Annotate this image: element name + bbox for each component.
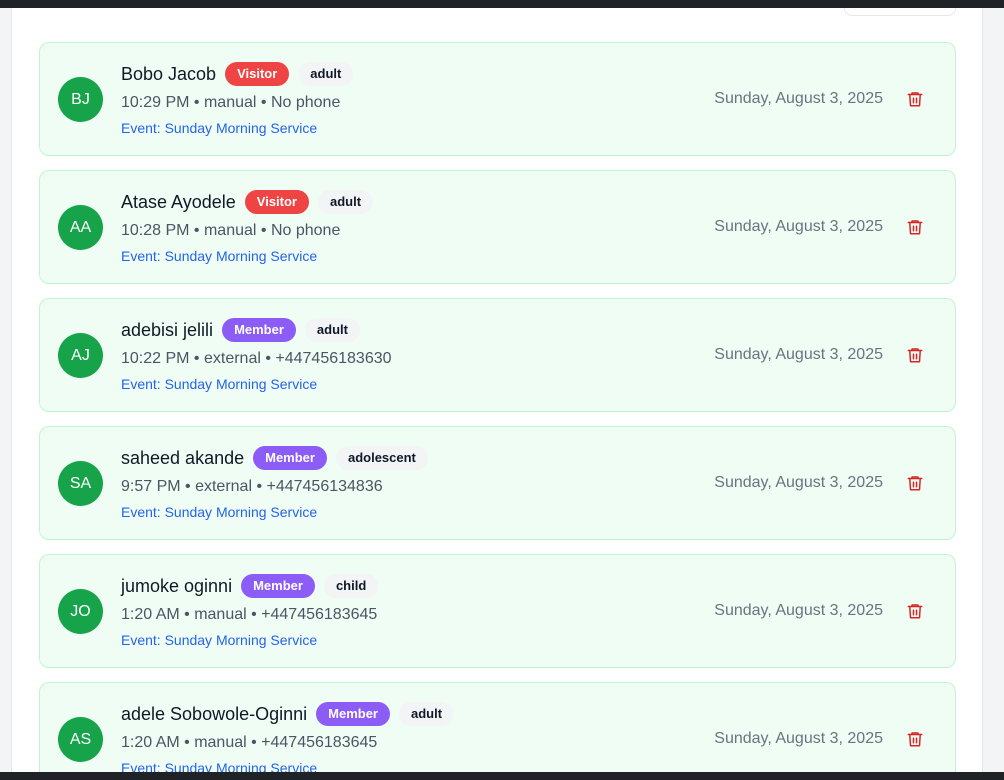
attendance-date: Sunday, August 3, 2025 — [714, 90, 883, 107]
attendee-name: jumoke oginni — [121, 575, 233, 596]
avatar: AA — [58, 205, 103, 250]
attendee-header: saheed akande Member adolescent — [121, 446, 428, 470]
trash-icon[interactable] — [906, 217, 924, 237]
trash-icon[interactable] — [906, 345, 924, 365]
trash-icon[interactable] — [906, 729, 924, 749]
age-group-badge: adolescent — [335, 446, 428, 470]
age-group-badge: adult — [399, 702, 455, 726]
status-badge: Visitor — [225, 62, 290, 86]
attendance-date: Sunday, August 3, 2025 — [714, 474, 883, 491]
attendee-header: adebisi jelili Member adult — [121, 318, 360, 342]
attendee-name: Atase Ayodele — [121, 191, 236, 212]
status-badge: Member — [222, 318, 296, 342]
attendee-name: Bobo Jacob — [121, 63, 217, 84]
attendee-header: adele Sobowole-Oginni Member adult — [121, 702, 455, 726]
event-link[interactable]: Event: Sunday Morning Service — [121, 632, 317, 648]
attendee-header: Bobo Jacob Visitor adult — [121, 62, 354, 86]
trash-icon[interactable] — [906, 601, 924, 621]
attendance-date: Sunday, August 3, 2025 — [714, 346, 883, 363]
status-badge: Member — [316, 702, 390, 726]
status-badge: Member — [241, 574, 315, 598]
avatar: BJ — [58, 77, 103, 122]
trash-icon[interactable] — [906, 473, 924, 493]
status-badge: Member — [253, 446, 327, 470]
attendee-name: saheed akande — [121, 447, 245, 468]
age-group-badge: adult — [317, 190, 374, 214]
attendance-card: SA saheed akande Member adolescent 9:57 … — [39, 426, 956, 540]
checkin-details: 1:20 AM • manual • +447456183645 — [121, 606, 378, 623]
event-link[interactable]: Event: Sunday Morning Service — [121, 248, 317, 264]
attendance-panel: BJ Bobo Jacob Visitor adult 10:29 PM • m… — [11, 8, 983, 772]
attendee-name: adele Sobowole-Oginni — [121, 703, 308, 724]
checkin-details: 10:22 PM • external • +447456183630 — [121, 350, 392, 367]
event-link[interactable]: Event: Sunday Morning Service — [121, 120, 317, 136]
status-badge: Visitor — [244, 190, 309, 214]
trash-icon[interactable] — [906, 89, 924, 109]
attendee-header: Atase Ayodele Visitor adult — [121, 190, 374, 214]
attendance-card: BJ Bobo Jacob Visitor adult 10:29 PM • m… — [39, 42, 956, 156]
attendance-card: AS adele Sobowole-Oginni Member adult 1:… — [39, 682, 956, 772]
event-link[interactable]: Event: Sunday Morning Service — [121, 760, 317, 772]
avatar: SA — [58, 461, 103, 506]
window-bottom-bar — [0, 772, 1004, 780]
attendance-list: BJ Bobo Jacob Visitor adult 10:29 PM • m… — [39, 42, 956, 772]
attendee-name: adebisi jelili — [121, 319, 214, 340]
event-link[interactable]: Event: Sunday Morning Service — [121, 504, 317, 520]
attendee-header: jumoke oginni Member child — [121, 574, 379, 598]
attendance-card: JO jumoke oginni Member child 1:20 AM • … — [39, 554, 956, 668]
checkin-details: 10:29 PM • manual • No phone — [121, 94, 341, 111]
event-link[interactable]: Event: Sunday Morning Service — [121, 376, 317, 392]
window-top-bar — [0, 0, 1004, 8]
attendance-date: Sunday, August 3, 2025 — [714, 730, 883, 747]
age-group-badge: child — [323, 574, 379, 598]
avatar: AS — [58, 717, 103, 762]
checkin-details: 10:28 PM • manual • No phone — [121, 222, 341, 239]
age-group-badge: adult — [298, 62, 354, 86]
checkin-details: 9:57 PM • external • +447456134836 — [121, 478, 383, 495]
attendance-date: Sunday, August 3, 2025 — [714, 602, 883, 619]
checkin-details: 1:20 AM • manual • +447456183645 — [121, 734, 378, 751]
avatar: JO — [58, 589, 103, 634]
attendance-card: AJ adebisi jelili Member adult 10:22 PM … — [39, 298, 956, 412]
avatar: AJ — [58, 333, 103, 378]
attendance-date: Sunday, August 3, 2025 — [714, 218, 883, 235]
attendance-card: AA Atase Ayodele Visitor adult 10:28 PM … — [39, 170, 956, 284]
age-group-badge: adult — [304, 318, 360, 342]
top-control-button[interactable] — [844, 8, 956, 16]
